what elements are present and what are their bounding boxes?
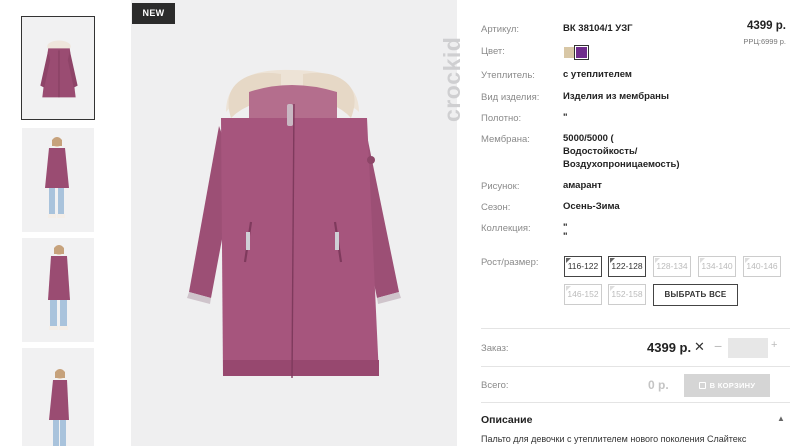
product-details-panel: 4399 р. РРЦ:6999 р. Артикул: ВК 38104/1 … bbox=[481, 0, 800, 446]
size-option-122-128[interactable]: 122-128 bbox=[608, 256, 646, 277]
order-label: Заказ: bbox=[481, 343, 509, 354]
fabric-value: " bbox=[563, 112, 568, 123]
quantity-input[interactable] bbox=[728, 338, 768, 358]
article-label: Артикул: bbox=[481, 24, 520, 35]
thumbnail-model-front-2[interactable] bbox=[22, 238, 94, 342]
size-label: Рост/размер: bbox=[481, 257, 539, 268]
season-label: Сезон: bbox=[481, 202, 511, 213]
thumbnail-model-front[interactable] bbox=[22, 128, 94, 232]
pattern-label: Рисунок: bbox=[481, 181, 520, 192]
membrane-label: Мембрана: bbox=[481, 134, 530, 145]
size-option-146-152[interactable]: 146-152 bbox=[564, 284, 602, 305]
membrane-value-line-2: Водостойкость/ bbox=[563, 146, 638, 157]
add-to-cart-button[interactable]: В КОРЗИНУ bbox=[684, 374, 770, 397]
size-option-128-134[interactable]: 128-134 bbox=[653, 256, 691, 277]
fabric-label: Полотно: bbox=[481, 113, 522, 124]
brand-watermark: crockid bbox=[412, 14, 465, 124]
divider bbox=[481, 402, 790, 403]
collapse-arrow-icon[interactable]: ▲ bbox=[777, 414, 785, 423]
add-to-cart-label: В КОРЗИНУ bbox=[709, 381, 756, 390]
brand-logo-text: crockid bbox=[439, 36, 465, 122]
product-type-value: Изделия из мембраны bbox=[563, 91, 670, 102]
color-label: Цвет: bbox=[481, 46, 505, 57]
size-option-152-158[interactable]: 152-158 bbox=[608, 284, 646, 305]
order-price: 4399 р. bbox=[647, 340, 692, 355]
thumbnail-model-side[interactable] bbox=[22, 348, 94, 446]
pattern-value: амарант bbox=[563, 180, 602, 191]
remove-order-icon[interactable]: ✕ bbox=[694, 339, 705, 355]
quantity-increase-button[interactable]: + bbox=[771, 339, 777, 351]
total-price: 0 р. bbox=[648, 378, 669, 392]
main-product-image[interactable] bbox=[131, 0, 457, 446]
select-all-sizes-button[interactable]: ВЫБРАТЬ ВСЕ bbox=[653, 284, 738, 306]
size-option-134-140[interactable]: 134-140 bbox=[698, 256, 736, 277]
divider bbox=[481, 366, 790, 367]
divider bbox=[481, 328, 790, 329]
recommended-price: РРЦ:6999 р. bbox=[743, 37, 786, 46]
insulation-value: с утеплителем bbox=[563, 69, 632, 80]
color-swatch-beige[interactable] bbox=[564, 47, 575, 58]
new-badge: NEW bbox=[132, 3, 175, 24]
size-option-140-146[interactable]: 140-146 bbox=[743, 256, 781, 277]
product-price: 4399 р. bbox=[747, 20, 786, 32]
membrane-value-line-3: Воздухопроницаемость) bbox=[563, 159, 680, 170]
size-option-116-122[interactable]: 116-122 bbox=[564, 256, 602, 277]
season-value: Осень-Зима bbox=[563, 201, 620, 212]
cart-bag-icon bbox=[698, 382, 706, 389]
total-label: Всего: bbox=[481, 380, 509, 391]
product-type-label: Вид изделия: bbox=[481, 92, 540, 103]
insulation-label: Утеплитель: bbox=[481, 70, 535, 81]
membrane-value-line-1: 5000/5000 ( bbox=[563, 133, 614, 144]
article-value: ВК 38104/1 УЗГ bbox=[563, 23, 633, 34]
collection-label: Коллекция: bbox=[481, 223, 531, 234]
description-title[interactable]: Описание bbox=[481, 414, 532, 426]
quantity-decrease-button[interactable]: − bbox=[714, 338, 722, 354]
color-swatch-purple[interactable] bbox=[574, 45, 589, 60]
collection-value-line-2: " bbox=[563, 231, 568, 242]
description-text: Пальто для девочки с утеплителем нового … bbox=[481, 434, 747, 444]
close-icon[interactable] bbox=[73, 0, 91, 4]
thumbnail-coat-front[interactable] bbox=[21, 16, 95, 120]
